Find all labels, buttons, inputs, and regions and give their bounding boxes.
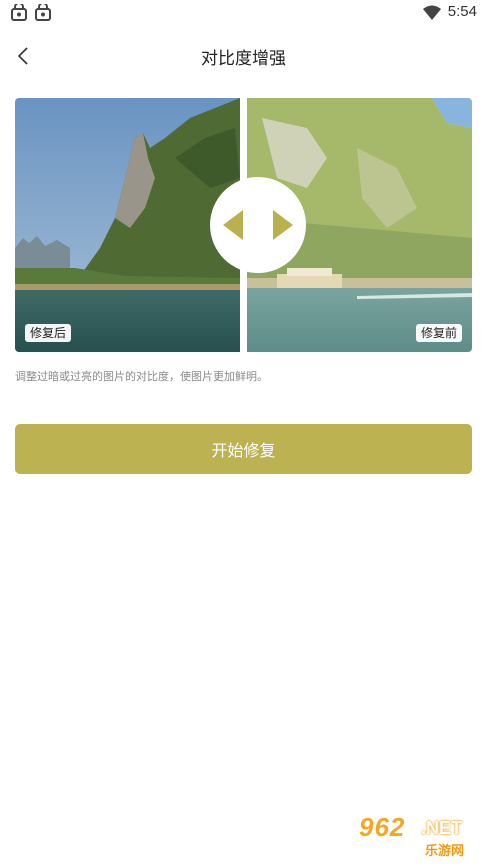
status-bar: 5:54	[0, 0, 487, 26]
notification-app-icon	[35, 4, 51, 21]
status-time: 5:54	[447, 3, 477, 20]
notification-app-icon	[11, 4, 27, 21]
before-label: 修复前	[415, 324, 462, 342]
wifi-icon	[423, 5, 441, 20]
site-watermark: 962 .NET 乐游网	[351, 812, 481, 860]
comparison-slider-handle[interactable]	[210, 177, 306, 273]
before-after-comparison[interactable]: 修复后 修复前	[15, 98, 472, 352]
page-title: 对比度增强	[201, 49, 286, 69]
triangle-right-icon	[273, 210, 293, 240]
landscape-after-image	[15, 98, 240, 352]
watermark-subtitle: 乐游网	[425, 844, 465, 859]
after-image: 修复后	[15, 98, 240, 352]
feature-description: 调整过暗或过亮的图片的对比度，使图片更加鲜明。	[15, 370, 268, 383]
after-label: 修复后	[25, 324, 72, 342]
watermark-net: .NET	[421, 818, 463, 838]
triangle-left-icon	[223, 210, 243, 240]
watermark-logo: 962	[359, 812, 406, 842]
header: 对比度增强	[0, 36, 487, 76]
start-repair-button[interactable]: 开始修复	[15, 424, 472, 474]
